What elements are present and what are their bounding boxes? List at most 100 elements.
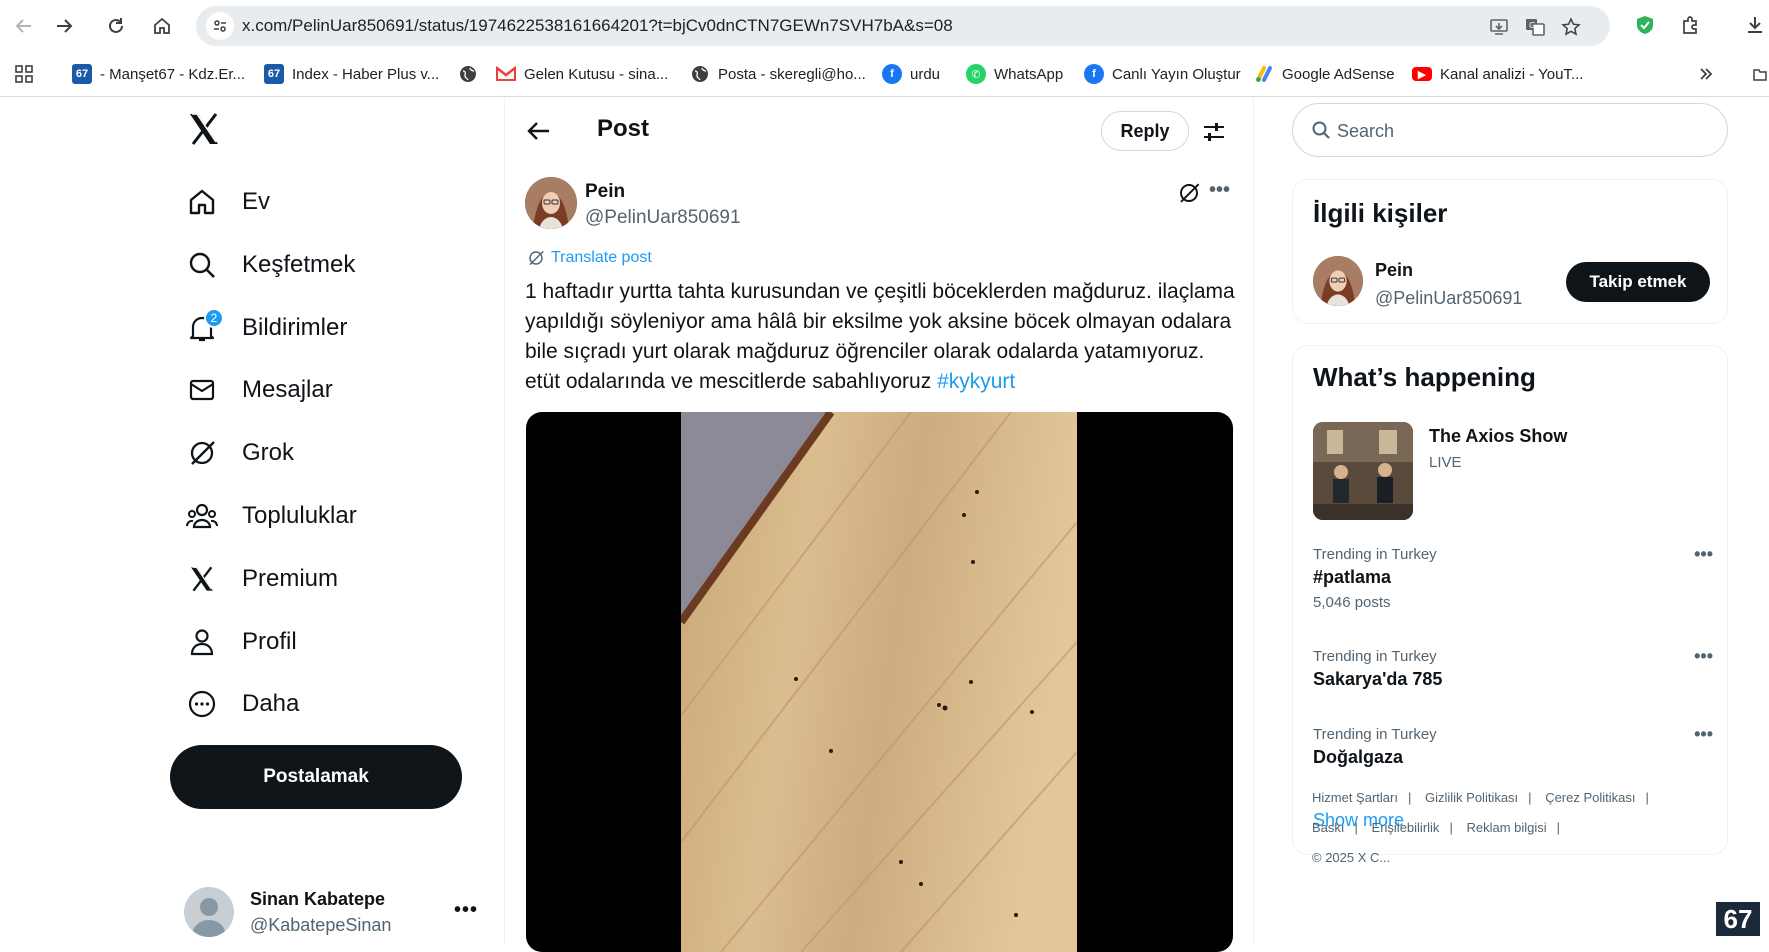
trend-item[interactable]: Trending in Turkey Doğalgaza ••• [1313, 724, 1713, 768]
author-handle[interactable]: @PelinUar850691 [585, 207, 741, 229]
grok-icon [527, 249, 545, 267]
translate-post-link[interactable]: Translate post [527, 249, 652, 267]
bookmark-label: WhatsApp [994, 65, 1064, 83]
bookmark-item[interactable]: ✆ WhatsApp [966, 60, 1063, 88]
nav-item-profile[interactable]: Profil [186, 622, 297, 662]
apps-grid-icon[interactable] [14, 60, 34, 88]
bookmark-item[interactable]: Posta - skeregli@ho... [690, 60, 866, 88]
nav-item-explore[interactable]: Keşfetmek [186, 245, 355, 285]
trend-more-icon[interactable]: ••• [1694, 646, 1713, 667]
video-frame [681, 412, 1077, 952]
bookmark-item[interactable]: Google AdSense [1254, 60, 1395, 88]
gmail-icon [496, 64, 516, 84]
download-icon[interactable] [1740, 10, 1769, 40]
bookmark-item[interactable]: Gelen Kutusu - sina... [496, 60, 668, 88]
mail-icon [186, 374, 218, 406]
globe-icon [690, 64, 710, 84]
nav-label: Premium [242, 565, 339, 592]
bookmark-item[interactable] [458, 60, 478, 88]
reload-button[interactable] [100, 10, 132, 42]
extensions-puzzle-icon[interactable] [1676, 10, 1706, 40]
url-text[interactable]: x.com/PelinUar850691/status/197462253816… [242, 6, 953, 46]
x-page: Ev Keşfetmek 2 Bildirimler Mesajlar Grok… [0, 97, 1769, 952]
67-favicon-icon: 67 [72, 64, 92, 84]
nav-label: Mesajlar [242, 376, 333, 403]
left-navigation: Ev Keşfetmek 2 Bildirimler Mesajlar Grok… [164, 97, 504, 946]
post-column: Post Reply Pein @PelinUar850691 ••• Tran… [504, 97, 1254, 952]
back-arrow-icon[interactable] [525, 117, 553, 145]
bookmark-item[interactable]: f Canlı Yayın Oluştur [1084, 60, 1241, 88]
browser-toolbar: x.com/PelinUar850691/status/197462253816… [0, 0, 1769, 52]
footer-link[interactable]: Çerez Politikası [1545, 790, 1635, 805]
communities-icon [186, 500, 218, 532]
related-name[interactable]: Pein [1375, 260, 1413, 281]
translate-page-icon[interactable]: G [1524, 16, 1546, 38]
person-icon [186, 626, 218, 658]
grok-icon [186, 437, 218, 469]
author-name[interactable]: Pein [585, 181, 625, 203]
bookmark-label: Index - Haber Plus v... [292, 65, 440, 83]
trend-item[interactable]: Trending in Turkey Sakarya'da 785 ••• [1313, 646, 1713, 690]
account-handle: @KabatepeSinan [250, 915, 392, 935]
nav-label: Profil [242, 628, 297, 655]
reply-button[interactable]: Reply [1101, 111, 1189, 151]
other-bookmarks-icon[interactable] [1752, 60, 1768, 88]
trend-count: 5,046 posts [1313, 594, 1391, 611]
install-app-icon[interactable] [1488, 16, 1510, 38]
account-switcher[interactable]: Sinan Kabatepe @KabatepeSinan ••• [184, 887, 484, 947]
author-avatar[interactable] [525, 177, 577, 229]
globe-icon [458, 64, 478, 84]
nav-item-messages[interactable]: Mesajlar [186, 370, 333, 410]
grok-icon[interactable] [1177, 181, 1201, 205]
bookmark-item[interactable]: 67 Index - Haber Plus v... [264, 60, 439, 88]
sliders-icon[interactable] [1201, 119, 1227, 145]
trend-more-icon[interactable]: ••• [1694, 724, 1713, 745]
trend-topic: Doğalgaza [1313, 747, 1404, 767]
bookmark-item[interactable]: ▶ Kanal analizi - YouT... [1412, 60, 1583, 88]
footer-link[interactable]: Erişilebilirlik [1372, 820, 1440, 835]
nav-item-communities[interactable]: Topluluklar [186, 496, 357, 536]
footer-link[interactable]: Baskı [1312, 820, 1345, 835]
nav-item-grok[interactable]: Grok [186, 433, 294, 473]
bookmark-label: Posta - skeregli@ho... [718, 65, 866, 83]
nav-label: Grok [242, 439, 295, 466]
youtube-icon: ▶ [1412, 67, 1432, 81]
post-video[interactable] [526, 412, 1233, 952]
hashtag-link[interactable]: #kykyurt [937, 370, 1015, 393]
related-handle[interactable]: @PelinUar850691 [1375, 288, 1522, 309]
search-placeholder: Search [1337, 121, 1395, 141]
trend-item[interactable]: Trending in Turkey #patlama 5,046 posts … [1313, 544, 1713, 611]
site-info-icon[interactable] [206, 12, 234, 40]
post-more-icon[interactable]: ••• [1209, 179, 1230, 202]
search-input[interactable]: Search [1292, 103, 1728, 157]
footer-link[interactable]: Gizlilik Politikası [1425, 790, 1518, 805]
trend-more-icon[interactable]: ••• [1694, 544, 1713, 565]
nav-item-more[interactable]: Daha [186, 684, 299, 724]
home-button[interactable] [146, 10, 178, 42]
more-bookmarks-icon[interactable] [1698, 60, 1714, 88]
follow-button[interactable]: Takip etmek [1566, 262, 1710, 302]
bookmark-item[interactable]: 67 - Manşet67 - Kdz.Er... [72, 60, 245, 88]
adsense-icon [1254, 64, 1274, 84]
post-button[interactable]: Postalamak [170, 745, 462, 809]
nav-item-home[interactable]: Ev [186, 182, 270, 222]
forward-button[interactable] [48, 10, 80, 42]
nav-item-premium[interactable]: Premium [186, 559, 338, 599]
footer-link[interactable]: Reklam bilgisi [1466, 820, 1546, 835]
trend-meta: Trending in Turkey [1313, 546, 1437, 563]
bookmark-item[interactable]: f urdu [882, 60, 940, 88]
live-thumbnail[interactable] [1313, 422, 1413, 520]
footer-link[interactable]: Hizmet Şartları [1312, 790, 1398, 805]
shield-extension-icon[interactable] [1630, 10, 1660, 40]
notification-badge: 2 [204, 308, 224, 328]
address-bar[interactable]: x.com/PelinUar850691/status/197462253816… [196, 6, 1610, 46]
back-button[interactable] [8, 10, 40, 42]
live-title[interactable]: The Axios Show [1429, 426, 1567, 447]
trend-topic: #patlama [1313, 567, 1392, 587]
trend-topic: Sakarya'da 785 [1313, 669, 1443, 689]
nav-item-notifications[interactable]: 2 Bildirimler [186, 308, 347, 348]
x-logo-icon[interactable] [186, 111, 222, 147]
bookmark-star-icon[interactable] [1560, 16, 1582, 38]
account-more-icon[interactable]: ••• [454, 899, 478, 922]
avatar[interactable] [1313, 256, 1363, 306]
